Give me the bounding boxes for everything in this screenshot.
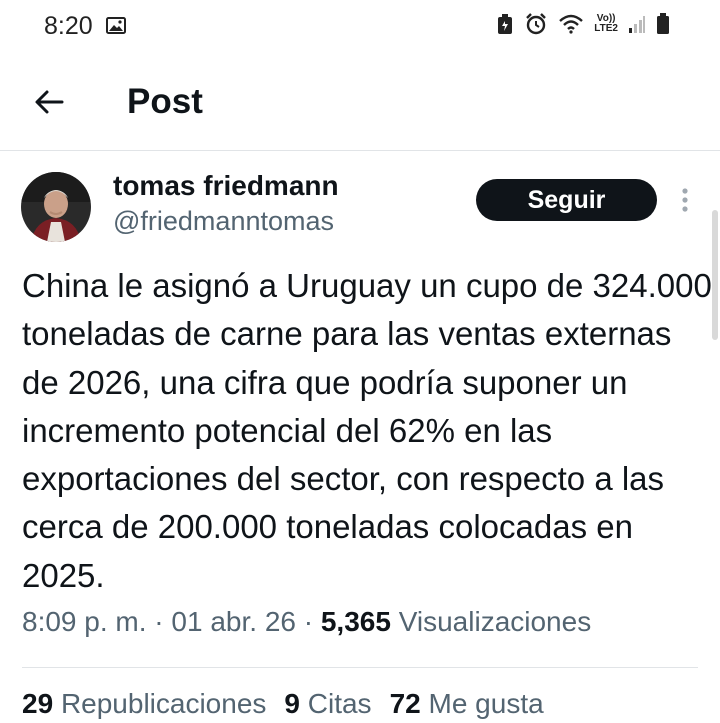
network-type: Vo)) LTE2 xyxy=(594,14,618,34)
post-text: China le asignó a Uruguay un cupo de 324… xyxy=(22,267,712,594)
follow-button[interactable]: Seguir xyxy=(476,179,657,221)
post-stats: 29 Republicaciones 9 Citas 72 Me gusta xyxy=(22,688,562,720)
quotes-count: 9 xyxy=(284,688,300,719)
quotes-stat[interactable]: 9 Citas xyxy=(284,688,371,719)
battery-saver-icon xyxy=(498,14,513,34)
views-count: 5,365 xyxy=(320,606,391,637)
reposts-count: 29 xyxy=(22,688,54,719)
signal-icon xyxy=(629,16,645,33)
author-name[interactable]: tomas friedmann xyxy=(113,170,339,202)
likes-stat[interactable]: 72 Me gusta xyxy=(390,688,544,719)
author-handle[interactable]: @friedmanntomas xyxy=(113,206,334,237)
divider xyxy=(22,667,698,668)
header: Post xyxy=(0,56,720,151)
avatar-photo xyxy=(21,172,91,242)
post-date[interactable]: 01 abr. 26 xyxy=(171,606,296,637)
post-time[interactable]: 8:09 p. m. xyxy=(22,606,147,637)
alarm-icon xyxy=(526,13,547,35)
post-meta: 8:09 p. m. · 01 abr. 26 · 5,365 Visualiz… xyxy=(22,606,591,638)
meta-separator: · xyxy=(303,606,321,637)
status-icons: Vo)) LTE2 xyxy=(496,12,670,36)
quotes-label: Citas xyxy=(307,688,372,719)
scrollbar[interactable] xyxy=(712,210,718,340)
reposts-stat[interactable]: 29 Republicaciones xyxy=(22,688,266,719)
battery-icon xyxy=(657,13,669,34)
wifi-icon xyxy=(559,14,584,34)
meta-separator: · xyxy=(154,606,172,637)
network-lte: LTE2 xyxy=(594,23,618,34)
likes-count: 72 xyxy=(389,688,421,719)
status-time: 8:20 xyxy=(44,12,93,40)
gallery-icon xyxy=(106,17,126,34)
avatar[interactable] xyxy=(21,172,91,242)
more-options-icon[interactable] xyxy=(676,186,694,214)
status-bar: 8:20 Vo)) LTE2 xyxy=(0,0,720,56)
likes-label: Me gusta xyxy=(428,688,544,719)
reposts-label: Republicaciones xyxy=(60,688,267,719)
views-label: Visualizaciones xyxy=(398,606,592,637)
page-title: Post xyxy=(127,82,203,121)
arrow-left-icon[interactable] xyxy=(33,86,65,118)
